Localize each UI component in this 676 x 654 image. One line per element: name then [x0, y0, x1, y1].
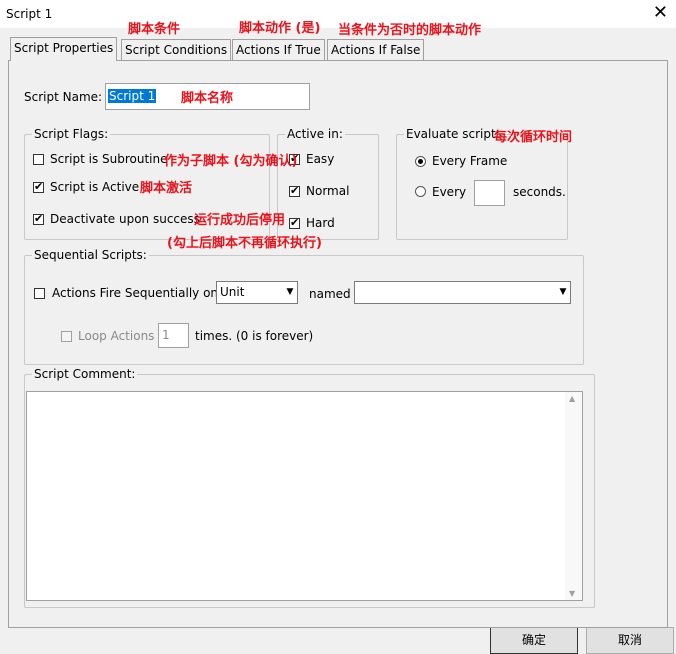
annotation-script-name: 脚本名称	[181, 91, 234, 106]
comment-scrollbar[interactable]: ▲ ▼	[565, 392, 582, 600]
cancel-button[interactable]: 取消	[586, 627, 674, 654]
loop-count-input[interactable]: 1	[158, 323, 189, 348]
annotation-active: 脚本激活	[140, 181, 193, 196]
subroutine-checkbox[interactable]	[33, 154, 44, 165]
sequential-legend: Sequential Scripts:	[32, 248, 149, 262]
annotation-deactivate-note: (勾上后脚本不再循环执行)	[167, 236, 322, 251]
chevron-down-icon: ▼	[286, 287, 294, 297]
sequential-group: Sequential Scripts: Actions Fire Sequent…	[24, 248, 584, 365]
tab-actions-if-true[interactable]: Actions If True	[232, 39, 325, 60]
seconds-input[interactable]	[474, 180, 505, 206]
deactivate-checkbox[interactable]	[33, 212, 44, 225]
annotation-evaluate: 每次循环时间	[494, 130, 573, 145]
evaluate-legend: Evaluate script:	[404, 127, 502, 141]
loop-count-value: 1	[162, 328, 170, 342]
close-icon[interactable]: ✕	[653, 3, 668, 23]
loop-actions-checkbox[interactable]	[61, 331, 72, 342]
annotation-actions-true: 脚本动作 (是)	[239, 21, 321, 36]
active-label: Script is Active	[50, 180, 140, 194]
tab-actions-if-false[interactable]: Actions If False	[327, 39, 425, 60]
comment-group: Script Comment: ▲ ▼	[24, 367, 595, 608]
named-select[interactable]: ▼	[354, 281, 571, 304]
ok-button[interactable]: 确定	[490, 627, 578, 654]
comment-legend: Script Comment:	[32, 367, 138, 381]
seconds-label: seconds.	[513, 185, 566, 199]
annotation-actions-false: 当条件为否时的脚本动作	[338, 23, 482, 38]
active-checkbox[interactable]	[33, 180, 44, 193]
loop-actions-label: Loop Actions	[78, 329, 155, 343]
tab-panel: Script Name: Script 1 Script Flags: Scri…	[8, 60, 668, 628]
hard-checkbox[interactable]	[289, 216, 300, 229]
window-title: Script 1	[6, 7, 53, 21]
script-name-label: Script Name:	[24, 90, 103, 104]
scroll-up-icon[interactable]: ▲	[569, 394, 575, 403]
scroll-down-icon[interactable]: ▼	[569, 589, 575, 598]
annotation-deactivate: 运行成功后停用	[194, 213, 286, 228]
active-in-legend: Active in:	[285, 127, 345, 141]
sequential-on-value: Unit	[220, 285, 245, 299]
annotation-conditions: 脚本条件	[128, 22, 181, 37]
subroutine-label: Script is Subroutine	[50, 152, 168, 166]
every-frame-radio[interactable]	[415, 156, 426, 167]
normal-label: Normal	[306, 184, 350, 198]
comment-textarea[interactable]: ▲ ▼	[26, 391, 583, 601]
deactivate-label: Deactivate upon success	[50, 212, 200, 226]
script-flags-legend: Script Flags:	[32, 127, 111, 141]
normal-checkbox[interactable]	[289, 184, 300, 197]
tab-script-properties[interactable]: Script Properties	[10, 37, 118, 61]
tab-script-conditions[interactable]: Script Conditions	[121, 39, 232, 60]
fire-sequentially-label: Actions Fire Sequentially on	[52, 286, 219, 300]
named-label: named	[309, 287, 351, 301]
times-label: times. (0 is forever)	[195, 329, 314, 343]
chevron-down-icon: ▼	[559, 287, 567, 297]
every-seconds-radio[interactable]	[415, 186, 426, 197]
fire-sequentially-checkbox[interactable]	[34, 288, 45, 299]
evaluate-group: Evaluate script: Every Frame Every secon…	[396, 127, 568, 240]
script-name-value: Script 1	[108, 89, 157, 103]
easy-label: Easy	[306, 152, 335, 166]
hard-label: Hard	[306, 216, 335, 230]
sequential-on-select[interactable]: Unit ▼	[216, 281, 298, 304]
every-frame-label: Every Frame	[432, 154, 508, 168]
every-label: Every	[432, 185, 467, 199]
annotation-subroutine: 作为子脚本 (勾为确认)	[164, 154, 298, 169]
